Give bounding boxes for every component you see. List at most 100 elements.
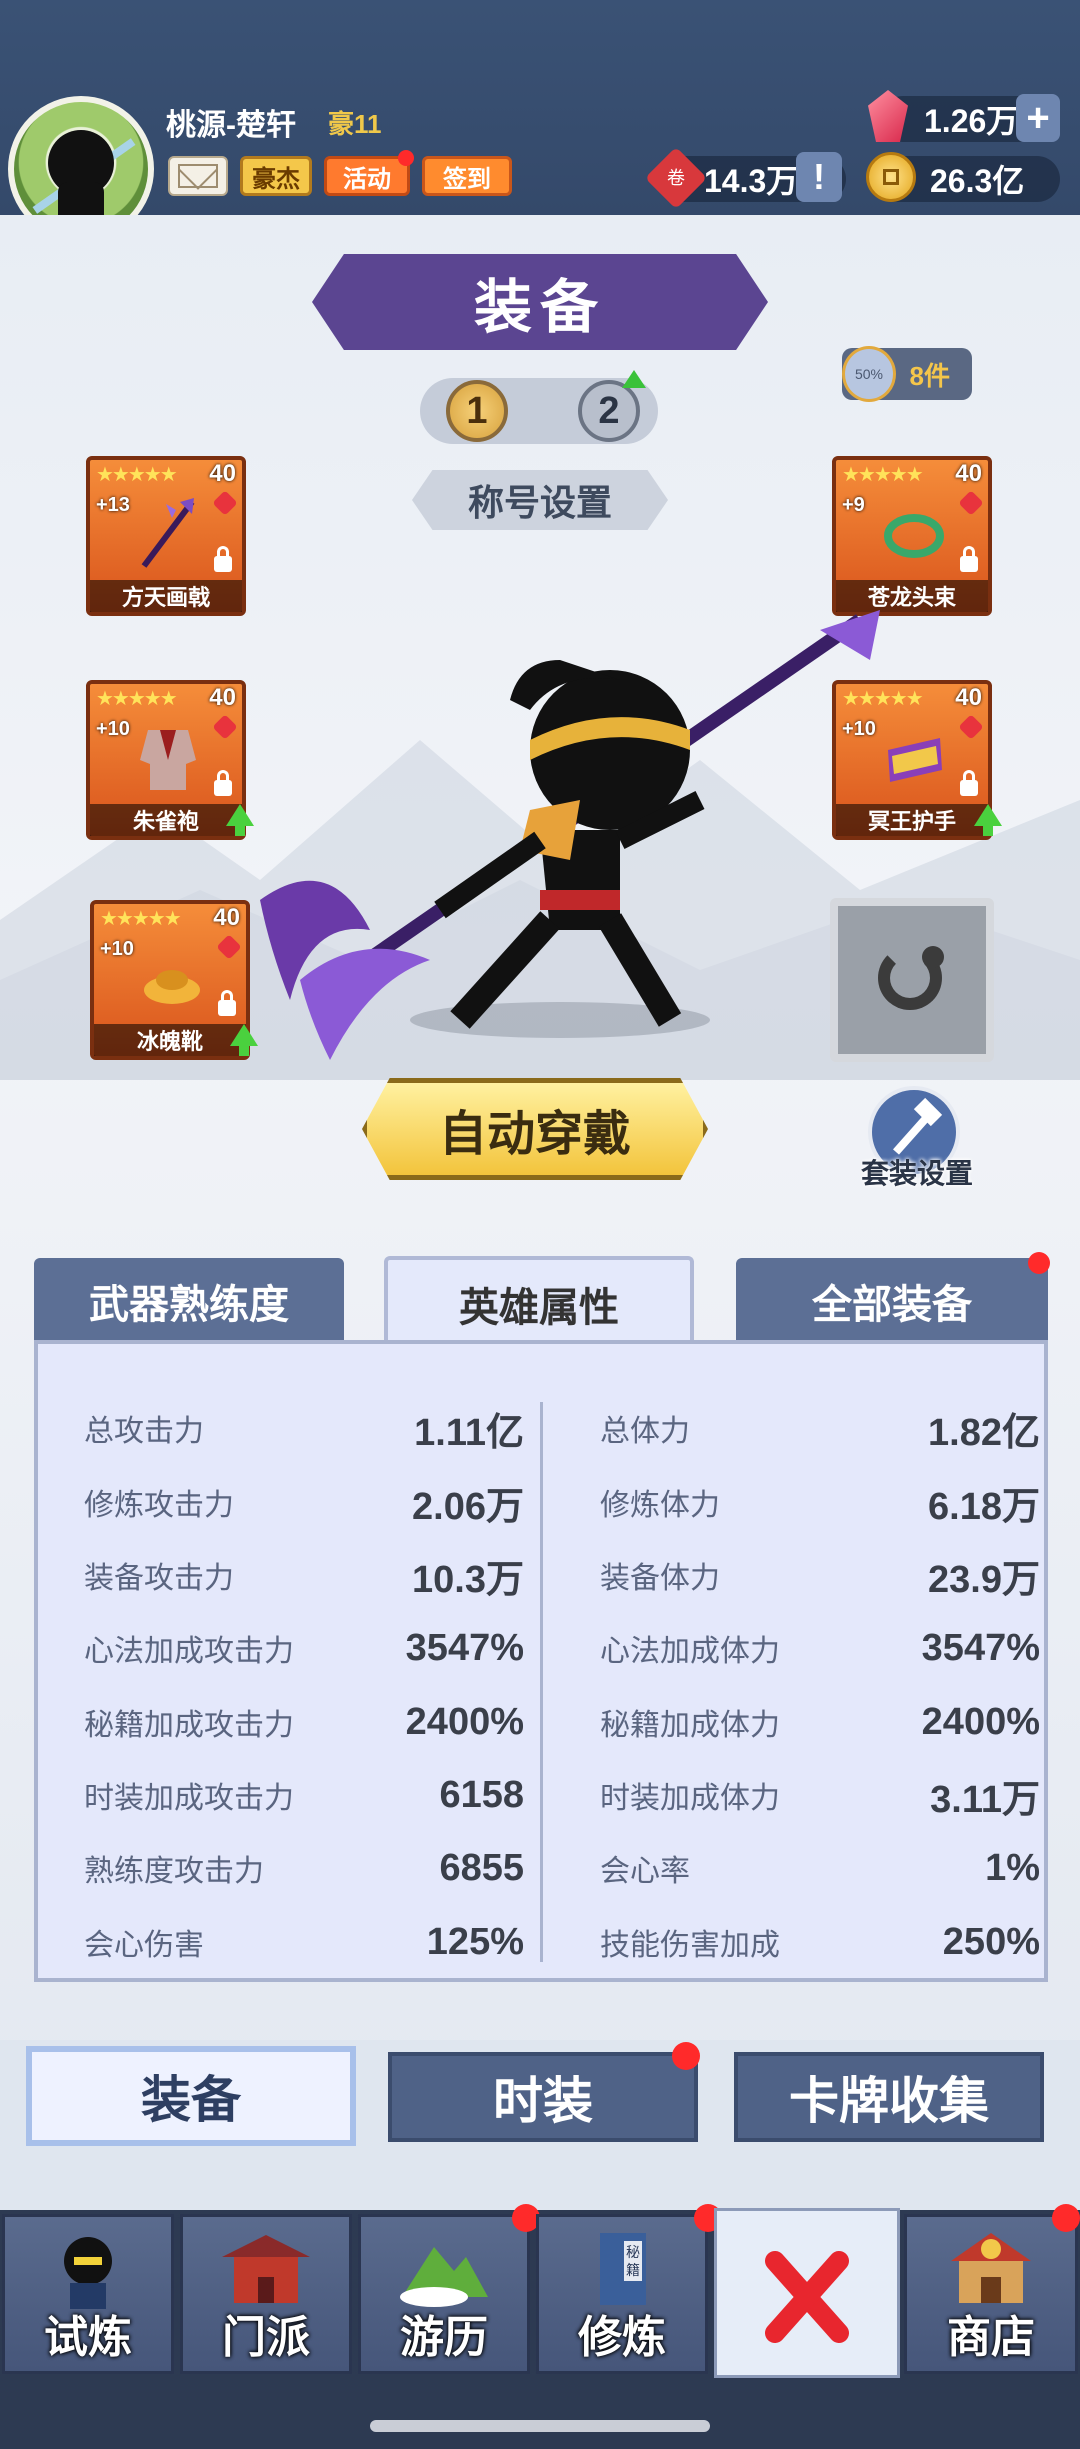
ticket-icon-label: 卷: [667, 168, 685, 188]
stat-value: 23.9万: [928, 1558, 1040, 1601]
lock-icon: [960, 770, 978, 796]
close-icon: [765, 2251, 849, 2343]
subtab-fashion[interactable]: 时装: [388, 2052, 698, 2142]
stat-row: 时装加成体力 3.11万: [600, 1765, 1040, 1825]
player-name: 桃源-楚轩: [166, 109, 296, 142]
tab-weapon-mastery[interactable]: 武器熟练度: [34, 1258, 344, 1344]
nav-close-button[interactable]: [714, 2208, 900, 2378]
notification-dot: [1052, 2204, 1080, 2232]
enhance-level: +9: [842, 494, 865, 516]
lock-icon: [214, 546, 232, 572]
stat-label: 秘籍加成攻击力: [84, 1709, 294, 1742]
stat-label: 装备攻击力: [84, 1562, 234, 1595]
stat-value: 3547%: [921, 1626, 1040, 1669]
equip-level: 40: [955, 460, 982, 487]
tab-hero-attributes[interactable]: 英雄属性: [384, 1256, 694, 1348]
nav-label: 商店: [947, 2313, 1035, 2362]
heart-icon: [958, 490, 984, 516]
stat-value: 10.3万: [412, 1558, 524, 1601]
stat-label: 会心伤害: [84, 1929, 204, 1962]
mail-icon: [178, 164, 218, 188]
temple-icon: [222, 2235, 310, 2303]
stat-value: 1%: [985, 1846, 1040, 1889]
stat-label: 心法加成攻击力: [84, 1635, 294, 1668]
ninja-icon: [64, 2237, 112, 2309]
auto-wear-button[interactable]: 自动穿戴: [362, 1078, 708, 1180]
book-label-bottom: 籍: [626, 2262, 640, 2279]
stats-divider: [540, 1402, 543, 1962]
hero-character: [260, 610, 880, 1060]
notification-dot: [398, 150, 414, 166]
stat-value: 6158: [439, 1773, 524, 1816]
heart-icon: [212, 490, 238, 516]
enhance-level: +10: [96, 718, 130, 740]
stat-row: 秘籍加成攻击力 2400%: [84, 1692, 524, 1752]
hero-button[interactable]: 豪杰: [240, 156, 312, 196]
nav-label: 门派: [222, 2313, 310, 2362]
nav-trial[interactable]: 试炼: [2, 2214, 174, 2374]
stat-value: 3.11万: [930, 1778, 1040, 1821]
stat-value: 6855: [439, 1846, 524, 1889]
stat-row: 技能伤害加成 250%: [600, 1912, 1040, 1972]
subtab-card-collection[interactable]: 卡牌收集: [734, 2052, 1044, 2142]
stat-value: 1.82亿: [928, 1411, 1040, 1454]
stat-value: 2400%: [405, 1700, 524, 1743]
title-setting-button[interactable]: 称号设置: [412, 470, 668, 530]
mail-button[interactable]: [168, 156, 228, 196]
star-rating: ★★★★★: [96, 464, 178, 486]
event-button[interactable]: 活动: [324, 156, 410, 196]
nav-travel[interactable]: 游历: [358, 2214, 530, 2374]
set-bonus-percent: 50%: [854, 366, 884, 382]
book-label-top: 秘: [626, 2245, 640, 2261]
suit-setting-label: 套装设置: [860, 1158, 973, 1189]
enhance-level: +10: [100, 938, 134, 960]
stat-row: 修炼攻击力 2.06万: [84, 1472, 524, 1532]
signin-button[interactable]: 签到: [422, 156, 512, 196]
stat-value: 250%: [942, 1920, 1040, 1963]
stat-label: 会心率: [600, 1855, 690, 1888]
equip-slot-headband[interactable]: ★★★★★ 40 +9 苍龙头束: [832, 456, 992, 616]
coin-icon: [866, 152, 916, 202]
page-1-button[interactable]: 1: [446, 380, 508, 442]
nav-sect[interactable]: 门派: [180, 2214, 352, 2374]
stat-label: 修炼体力: [600, 1489, 720, 1522]
robe-icon: [140, 730, 196, 790]
page-2-button[interactable]: 2: [578, 380, 640, 442]
nav-cultivate[interactable]: 秘 籍 修炼: [536, 2214, 708, 2374]
vip-level: 豪11: [328, 109, 382, 139]
ticket-amount: 14.3万: [704, 163, 799, 199]
stat-value: 2400%: [921, 1700, 1040, 1743]
tab-all-equipment[interactable]: 全部装备: [736, 1258, 1048, 1344]
stat-label: 技能伤害加成: [600, 1929, 780, 1962]
set-count-label: 8件: [909, 360, 950, 391]
stat-label: 时装加成攻击力: [84, 1782, 294, 1815]
nav-shop[interactable]: 商店: [904, 2214, 1078, 2374]
stat-label: 时装加成体力: [600, 1782, 780, 1815]
home-indicator: [370, 2420, 710, 2432]
stat-label: 总体力: [600, 1415, 690, 1448]
stat-row: 会心伤害 125%: [84, 1912, 524, 1972]
gem-amount: 1.26万: [924, 103, 1019, 139]
equip-level: 40: [955, 684, 982, 711]
equip-level: 40: [209, 460, 236, 487]
stat-row: 修炼体力 6.18万: [600, 1472, 1040, 1532]
notification-dot: [672, 2042, 700, 2070]
equip-slot-weapon[interactable]: ★★★★★ 40 +13 方天画戟: [86, 456, 246, 616]
nav-label: 修炼: [578, 2313, 666, 2362]
coin-amount: 26.3亿: [930, 163, 1025, 199]
star-rating: ★★★★★: [96, 688, 178, 710]
info-button[interactable]: !: [796, 152, 842, 202]
ticket-icon: 卷: [644, 146, 708, 210]
stat-label: 心法加成体力: [600, 1635, 780, 1668]
star-rating: ★★★★★: [100, 908, 182, 930]
subtab-equipment[interactable]: 装备: [26, 2046, 356, 2146]
stat-value: 3547%: [405, 1626, 524, 1669]
stat-label: 装备体力: [600, 1562, 720, 1595]
star-rating: ★★★★★: [842, 464, 924, 486]
headband-icon: [884, 514, 944, 558]
add-gems-button[interactable]: +: [1016, 94, 1060, 142]
heart-icon: [958, 714, 984, 740]
equipment-title: 装备: [312, 254, 768, 350]
nav-label: 游历: [400, 2313, 488, 2362]
stat-row: 熟练度攻击力 6855: [84, 1838, 524, 1898]
